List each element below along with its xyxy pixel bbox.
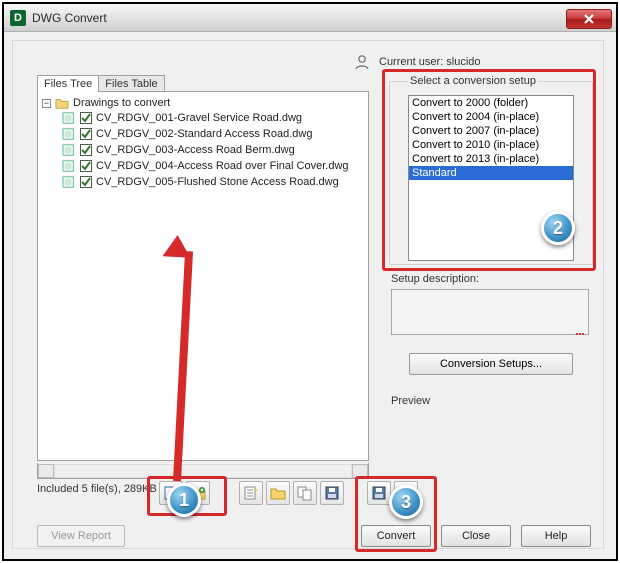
tree-root[interactable]: − Drawings to convert [40, 96, 366, 110]
file-name: CV_RDGV_004-Access Road over Final Cover… [96, 160, 349, 172]
files-tree-pane[interactable]: − Drawings to convert CV_RDGV_001-Gravel… [37, 91, 369, 461]
scroll-track[interactable] [54, 464, 352, 478]
setup-description-box[interactable] [391, 289, 589, 335]
setup-description-label: Setup description: [391, 273, 479, 285]
conversion-setup-item[interactable]: Convert to 2004 (in-place) [409, 110, 573, 124]
save-button[interactable] [367, 481, 391, 505]
app-icon: D [10, 10, 26, 26]
save-list-button[interactable] [320, 481, 344, 505]
append-list-button[interactable] [293, 481, 317, 505]
status-included: Included 5 file(s), 289KB [37, 483, 157, 495]
tree-item[interactable]: CV_RDGV_002-Standard Access Road.dwg [62, 126, 366, 142]
file-checkbox[interactable] [80, 144, 92, 156]
tab-files-table[interactable]: Files Table [98, 75, 164, 92]
window-title: DWG Convert [32, 11, 107, 25]
tree-item[interactable]: CV_RDGV_001-Gravel Service Road.dwg [62, 110, 366, 126]
resize-handle-icon[interactable] [576, 331, 586, 337]
add-file-button[interactable] [159, 481, 183, 505]
add-folder-icon [190, 485, 206, 501]
file-name: CV_RDGV_005-Flushed Stone Access Road.dw… [96, 176, 339, 188]
user-icon [353, 53, 371, 71]
conversion-setup-item[interactable]: Convert to 2007 (in-place) [409, 124, 573, 138]
file-name: CV_RDGV_003-Access Road Berm.dwg [96, 144, 295, 156]
refresh-icon [398, 485, 414, 501]
file-checkbox[interactable] [80, 128, 92, 140]
conversion-setup-group: Select a conversion setup Convert to 200… [389, 75, 593, 265]
refresh-button[interactable] [394, 481, 418, 505]
file-checkbox[interactable] [80, 160, 92, 172]
titlebar: D DWG Convert [4, 4, 616, 32]
collapse-icon[interactable]: − [42, 99, 51, 108]
save-list-icon [324, 485, 340, 501]
scroll-right-icon[interactable] [352, 464, 368, 478]
file-name: CV_RDGV_002-Standard Access Road.dwg [96, 128, 312, 140]
tree-item[interactable]: CV_RDGV_005-Flushed Stone Access Road.dw… [62, 174, 366, 190]
tree-item[interactable]: CV_RDGV_003-Access Road Berm.dwg [62, 142, 366, 158]
preview-label: Preview [391, 395, 430, 407]
file-checkbox[interactable] [80, 176, 92, 188]
tab-files-tree[interactable]: Files Tree [37, 75, 99, 92]
conversion-setup-item[interactable]: Convert to 2000 (folder) [409, 96, 573, 110]
close-dialog-button[interactable]: Close [441, 525, 511, 547]
tree-h-scrollbar[interactable] [37, 463, 369, 479]
current-user-name: slucido [446, 56, 480, 68]
open-list-icon [270, 485, 286, 501]
dwg-file-icon [62, 128, 76, 140]
add-folder-button[interactable] [186, 481, 210, 505]
window-frame: D DWG Convert Current user: slucido File… [2, 2, 618, 561]
conversion-setup-item[interactable]: Convert to 2010 (in-place) [409, 138, 573, 152]
files-tabs: Files Tree Files Table [37, 75, 164, 92]
dwg-file-icon [62, 112, 76, 124]
conversion-setups-button[interactable]: Conversion Setups... [409, 353, 573, 375]
conversion-setup-legend: Select a conversion setup [408, 75, 538, 87]
convert-button[interactable]: Convert [361, 525, 431, 547]
help-button[interactable]: Help [521, 525, 591, 547]
save-icon [371, 485, 387, 501]
dwg-file-icon [62, 160, 76, 172]
dialog-body: Current user: slucido Files Tree Files T… [4, 32, 616, 559]
folder-icon [55, 97, 69, 109]
open-list-button[interactable] [266, 481, 290, 505]
view-report-button: View Report [37, 525, 125, 547]
close-icon [584, 14, 594, 24]
file-checkbox[interactable] [80, 112, 92, 124]
conversion-setup-item[interactable]: Standard [409, 166, 573, 180]
current-user-row: Current user: slucido [13, 47, 603, 77]
close-button[interactable] [566, 9, 612, 29]
dwg-file-icon [62, 176, 76, 188]
tree-item[interactable]: CV_RDGV_004-Access Road over Final Cover… [62, 158, 366, 174]
new-list-button[interactable] [239, 481, 263, 505]
add-file-icon [163, 485, 179, 501]
dwg-file-icon [62, 144, 76, 156]
conversion-setup-list[interactable]: Convert to 2000 (folder)Convert to 2004 … [408, 95, 574, 261]
new-list-icon [243, 485, 259, 501]
conversion-setup-item[interactable]: Convert to 2013 (in-place) [409, 152, 573, 166]
file-name: CV_RDGV_001-Gravel Service Road.dwg [96, 112, 302, 124]
tree-root-label: Drawings to convert [73, 97, 170, 109]
scroll-left-icon[interactable] [38, 464, 54, 478]
append-list-icon [297, 485, 313, 501]
current-user-prefix: Current user: [379, 56, 443, 68]
